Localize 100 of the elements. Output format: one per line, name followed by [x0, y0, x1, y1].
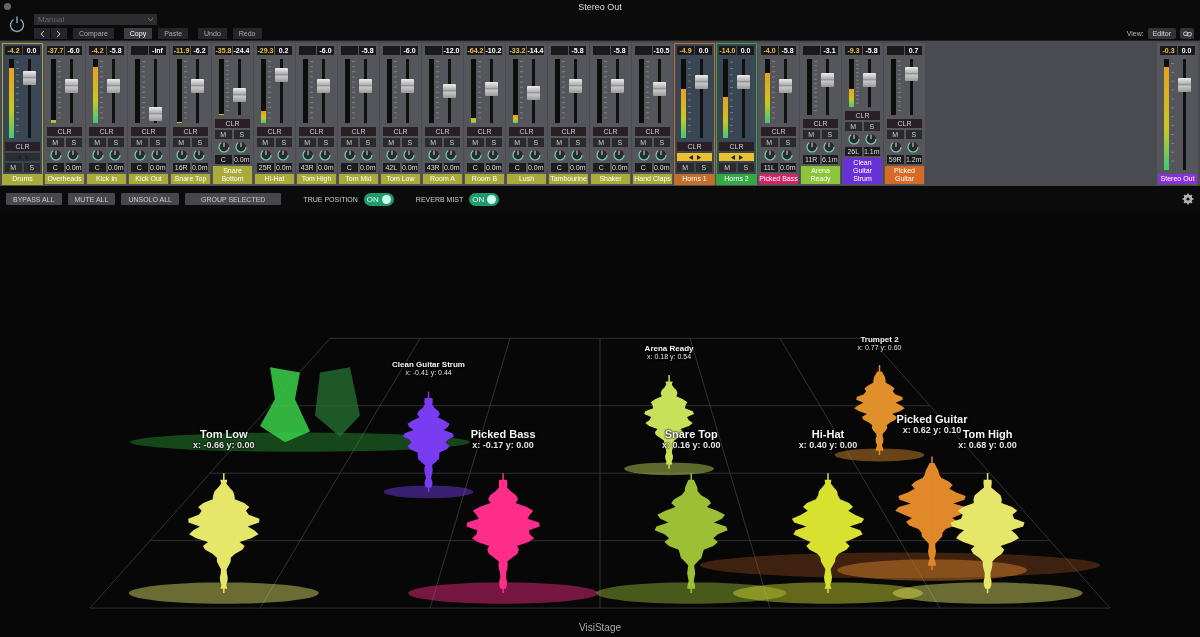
knob-icon[interactable]	[805, 141, 818, 153]
knob-icon[interactable]	[133, 149, 146, 161]
fader-handle[interactable]	[233, 88, 246, 103]
chevron-left-icon	[40, 30, 44, 37]
level-meter	[303, 59, 308, 123]
knob-icon[interactable]	[613, 149, 626, 161]
previous-button[interactable]	[34, 28, 50, 39]
source-coordinates: x: -0.66 y: 0.00	[193, 440, 255, 450]
source-name: Picked Guitar	[896, 412, 968, 425]
fader-handle[interactable]	[695, 74, 708, 89]
link-button[interactable]	[1180, 28, 1194, 39]
knob-icon[interactable]	[91, 149, 104, 161]
knob-icon[interactable]	[781, 149, 794, 161]
chevron-right-icon	[57, 30, 61, 37]
sound-source-drawing[interactable]	[837, 455, 1027, 581]
source-name: Picked Bass	[470, 428, 536, 440]
knob-icon[interactable]	[571, 149, 584, 161]
fader-handle[interactable]	[443, 84, 456, 98]
knob-icon[interactable]	[343, 149, 356, 161]
level-meter	[345, 59, 350, 123]
stack-nav-bar[interactable]	[677, 153, 712, 161]
source-coordinates: x: 0.40 y: 0.00	[798, 440, 858, 450]
left-arrow-icon[interactable]	[730, 154, 735, 160]
knob-icon[interactable]	[907, 141, 920, 153]
level-meter	[135, 59, 140, 123]
knob-icon[interactable]	[151, 149, 164, 161]
source-coordinates: x: -0.17 y: 0.00	[472, 440, 534, 450]
fader-handle[interactable]	[485, 82, 498, 96]
knob-icon[interactable]	[193, 149, 206, 161]
knob-icon[interactable]	[847, 133, 860, 145]
fader-handle[interactable]	[1178, 78, 1191, 93]
fader-handle[interactable]	[107, 79, 120, 93]
knob-icon[interactable]	[655, 149, 668, 161]
knob-icon[interactable]	[427, 149, 440, 161]
stage-caption: VisiStage	[578, 622, 622, 633]
power-icon[interactable]	[8, 15, 26, 33]
level-meter	[807, 59, 812, 115]
next-button[interactable]	[51, 28, 67, 39]
window-title: Stereo Out	[578, 2, 622, 12]
fader-handle[interactable]	[737, 74, 750, 89]
fader-handle[interactable]	[317, 79, 330, 93]
knob-icon[interactable]	[109, 149, 122, 161]
fader-handle[interactable]	[569, 79, 582, 93]
level-meter	[555, 59, 560, 123]
fader-handle[interactable]	[527, 86, 540, 100]
source-name: Tom Low	[200, 428, 248, 440]
fader-handle[interactable]	[905, 66, 918, 81]
level-meter	[387, 59, 392, 123]
fader-handle[interactable]	[611, 79, 624, 93]
level-meter	[597, 59, 602, 123]
level-meter	[639, 59, 644, 123]
knob-icon[interactable]	[637, 149, 650, 161]
knob-icon[interactable]	[175, 149, 188, 161]
sound-source-drawing[interactable]	[128, 472, 319, 604]
knob-icon[interactable]	[487, 149, 500, 161]
fader-handle[interactable]	[821, 73, 834, 88]
knob-icon[interactable]	[403, 149, 416, 161]
level-meter	[429, 59, 434, 123]
fader-handle[interactable]	[23, 70, 36, 85]
knob-icon[interactable]	[361, 149, 374, 161]
sound-source-drawing[interactable]	[892, 472, 1083, 604]
fader-handle[interactable]	[653, 82, 666, 96]
source-name: Hi-Hat	[811, 428, 845, 440]
knob-icon[interactable]	[823, 141, 836, 153]
knob-icon[interactable]	[889, 141, 902, 153]
caret-icon	[148, 18, 153, 21]
knob-icon[interactable]	[319, 149, 332, 161]
knob-icon[interactable]	[553, 149, 566, 161]
knob-icon[interactable]	[529, 149, 542, 161]
knob-icon[interactable]	[235, 141, 248, 153]
fader-handle[interactable]	[65, 79, 78, 93]
knob-icon[interactable]	[865, 133, 878, 145]
fader-handle[interactable]	[275, 68, 288, 82]
knob-icon[interactable]	[277, 149, 290, 161]
right-arrow-icon[interactable]	[738, 154, 743, 160]
fader-handle[interactable]	[359, 79, 372, 93]
fader-handle[interactable]	[779, 79, 792, 93]
stack-nav-bar[interactable]	[719, 153, 754, 161]
fader-handle[interactable]	[191, 79, 204, 93]
fader-handle[interactable]	[863, 72, 876, 87]
knob-icon[interactable]	[445, 149, 458, 161]
knob-icon[interactable]	[595, 149, 608, 161]
knob-icon[interactable]	[49, 149, 62, 161]
knob-icon[interactable]	[511, 149, 524, 161]
knob-icon[interactable]	[67, 149, 80, 161]
knob-icon[interactable]	[217, 141, 230, 153]
knob-icon[interactable]	[469, 149, 482, 161]
knob-icon[interactable]	[259, 149, 272, 161]
source-coordinates: x: 0.62 y: 0.10	[902, 424, 962, 435]
level-meter	[891, 59, 896, 115]
right-arrow-icon[interactable]	[696, 154, 701, 160]
left-arrow-icon[interactable]	[688, 154, 693, 160]
fader-handle[interactable]	[149, 106, 162, 121]
window-dot-icon[interactable]	[4, 3, 11, 10]
knob-icon[interactable]	[763, 149, 776, 161]
fader-handle[interactable]	[401, 79, 414, 93]
source-name: Tom High	[962, 428, 1013, 440]
knob-icon[interactable]	[301, 149, 314, 161]
settings-icon[interactable]	[1182, 193, 1194, 205]
knob-icon[interactable]	[385, 149, 398, 161]
